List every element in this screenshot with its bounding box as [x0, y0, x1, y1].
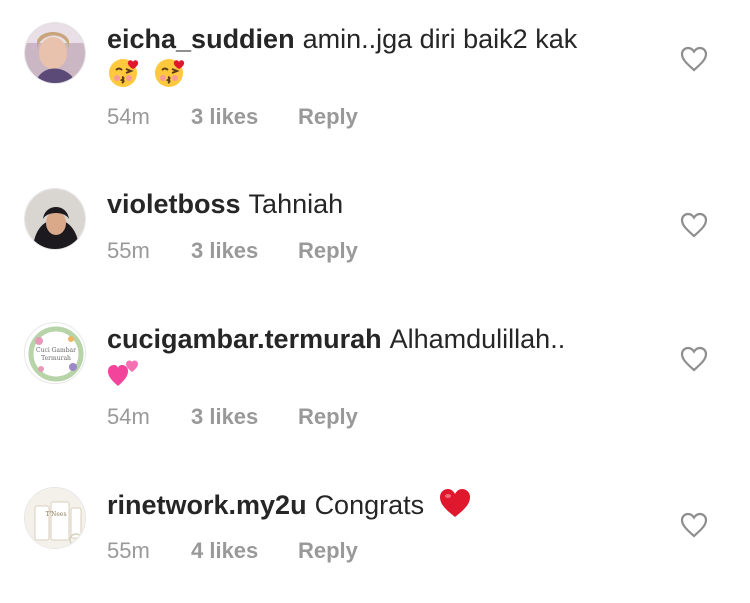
avatar[interactable]	[24, 22, 86, 84]
comment-likes[interactable]: 4 likes	[191, 538, 298, 564]
comment-username[interactable]: rinetwork.my2u	[107, 490, 307, 520]
avatar[interactable]: Cuci Gambar Termurah	[24, 322, 86, 384]
red-heart-emoji	[438, 487, 472, 527]
reply-button[interactable]: Reply	[298, 404, 358, 430]
avatar[interactable]: T'Nees	[24, 487, 86, 549]
heart-outline-icon[interactable]	[680, 212, 708, 238]
avatar-logo-text: Cuci Gambar	[36, 347, 76, 354]
kiss-face-emoji	[107, 56, 141, 96]
avatar[interactable]	[24, 188, 86, 250]
comment-text-block: violetboss Tahniah	[107, 187, 667, 221]
kiss-face-emoji	[153, 56, 187, 96]
comment-username[interactable]: cucigambar.termurah	[107, 324, 382, 354]
comment-timestamp: 54m	[107, 104, 150, 129]
comment-meta: 54m 3 likes Reply	[107, 104, 358, 130]
comment-timestamp: 55m	[107, 538, 150, 563]
comment-timestamp: 55m	[107, 238, 150, 263]
comment-text-block: eicha_suddien amin..jga diri baik2 kak	[107, 22, 667, 96]
comment-username[interactable]: eicha_suddien	[107, 24, 295, 54]
comment-meta: 55m 4 likes Reply	[107, 538, 358, 564]
comment-text: Congrats	[314, 490, 425, 521]
reply-button[interactable]: Reply	[298, 538, 358, 564]
reply-button[interactable]: Reply	[298, 104, 358, 130]
comment-meta: 54m 3 likes Reply	[107, 404, 358, 430]
heart-outline-icon[interactable]	[680, 46, 708, 72]
comment-username[interactable]: violetboss	[107, 189, 241, 219]
avatar-logo-text: T'Nees	[45, 511, 66, 518]
comment-text-block: rinetwork.my2u Congrats	[107, 487, 667, 527]
comment-meta: 55m 3 likes Reply	[107, 238, 358, 264]
comment-likes[interactable]: 3 likes	[191, 238, 298, 264]
comment-text: Alhamdulillah..	[389, 324, 566, 354]
avatar-logo-text: Termurah	[41, 355, 71, 362]
reply-button[interactable]: Reply	[298, 238, 358, 264]
heart-outline-icon[interactable]	[680, 346, 708, 372]
comment-text: Tahniah	[248, 189, 344, 219]
comment-timestamp: 54m	[107, 404, 150, 429]
two-hearts-emoji	[107, 356, 141, 396]
comment-text-block: cucigambar.termurah Alhamdulillah..	[107, 322, 667, 396]
heart-outline-icon[interactable]	[680, 512, 708, 538]
comment-text: amin..jga diri baik2 kak	[302, 24, 578, 54]
comment-likes[interactable]: 3 likes	[191, 104, 298, 130]
comment-likes[interactable]: 3 likes	[191, 404, 298, 430]
